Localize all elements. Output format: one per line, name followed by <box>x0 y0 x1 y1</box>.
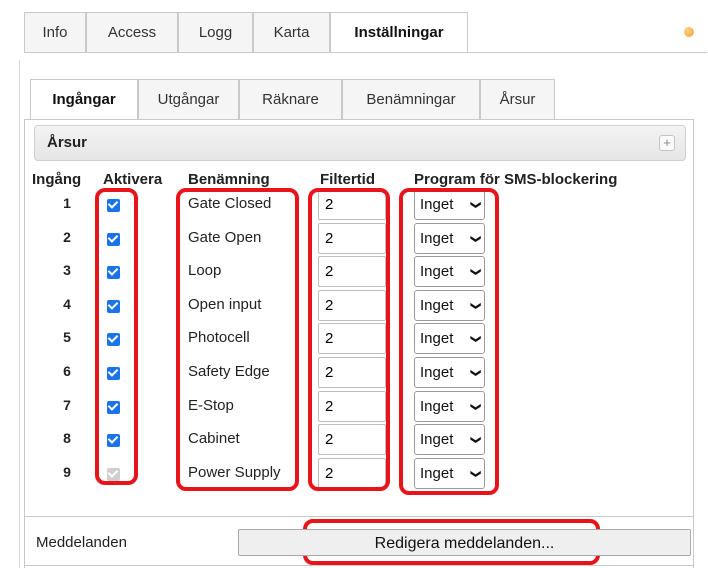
tab-access[interactable]: Access <box>86 12 178 52</box>
header-program: Program för SMS-blockering <box>414 171 618 188</box>
input-number: 7 <box>63 397 71 413</box>
input-number: 5 <box>63 329 71 345</box>
tab-raknare[interactable]: Räknare <box>239 79 342 119</box>
tab-logg[interactable]: Logg <box>178 12 253 52</box>
input-number: 9 <box>63 464 71 480</box>
highlight-program-column <box>399 188 499 495</box>
tab-ingangar[interactable]: Ingångar <box>30 79 138 120</box>
tab-benamningar[interactable]: Benämningar <box>342 79 480 119</box>
bottom-divider-2 <box>24 565 694 566</box>
highlight-filter-column <box>308 188 390 491</box>
input-number: 8 <box>63 430 71 446</box>
tab-arsur[interactable]: Årsur <box>480 79 555 119</box>
bottom-divider <box>24 516 694 517</box>
highlight-name-column <box>176 188 299 491</box>
input-number: 3 <box>63 262 71 278</box>
input-number: 2 <box>63 229 71 245</box>
input-number: 4 <box>63 296 71 312</box>
section-header[interactable]: Årsur + <box>34 125 686 161</box>
tab-info[interactable]: Info <box>24 12 86 52</box>
tab-karta[interactable]: Karta <box>253 12 330 52</box>
section-title: Årsur <box>47 134 88 151</box>
tab-utgangar[interactable]: Utgångar <box>138 79 239 119</box>
tab-installningar[interactable]: Inställningar <box>330 12 468 53</box>
header-filter: Filtertid <box>320 171 375 188</box>
tab-divider <box>24 52 707 53</box>
highlight-activate-column <box>95 188 138 485</box>
header-name: Benämning <box>188 171 270 188</box>
messages-label: Meddelanden <box>36 534 127 551</box>
header-activate: Aktivera <box>103 171 163 188</box>
plus-icon[interactable]: + <box>659 135 675 151</box>
close-dot-icon[interactable] <box>684 27 694 37</box>
input-number: 1 <box>63 195 71 211</box>
input-number: 6 <box>63 363 71 379</box>
edit-messages-button[interactable]: Redigera meddelanden... <box>238 529 691 556</box>
header-input: Ingång <box>32 171 82 188</box>
